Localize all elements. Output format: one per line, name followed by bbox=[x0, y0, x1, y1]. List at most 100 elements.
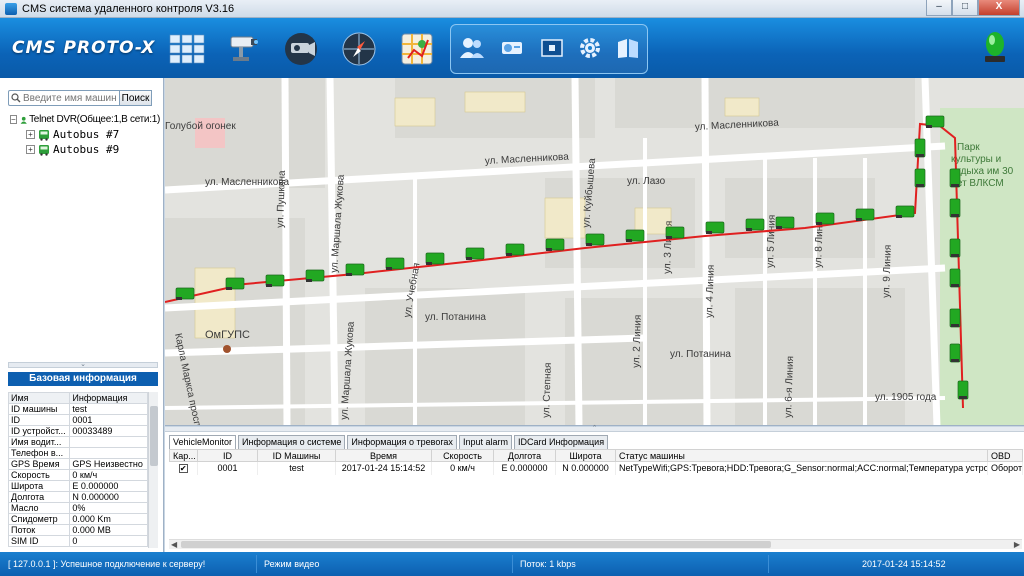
gps-button[interactable] bbox=[340, 30, 378, 68]
scroll-right-icon[interactable]: ▶ bbox=[1014, 540, 1020, 549]
vehicle-marker-icon[interactable] bbox=[914, 138, 926, 158]
vehicle-marker-icon[interactable] bbox=[345, 263, 365, 276]
col-status[interactable]: Статус машины bbox=[615, 449, 988, 462]
grid-view-icon bbox=[169, 34, 205, 64]
bottom-splitter[interactable]: ⌃ bbox=[165, 425, 1024, 432]
street-label: ул. 9 Линия bbox=[881, 245, 894, 299]
tab-idcard-info[interactable]: IDCard Информация bbox=[513, 435, 609, 449]
col-id[interactable]: ID bbox=[197, 449, 258, 462]
vehicle-marker-icon[interactable] bbox=[855, 208, 875, 221]
info-field-name: ID устройст... bbox=[7, 425, 71, 437]
vehicle-marker-icon[interactable] bbox=[305, 269, 325, 282]
left-splitter[interactable]: ⌄ bbox=[8, 361, 158, 368]
vehicle-marker-icon[interactable] bbox=[625, 229, 645, 242]
search-button[interactable]: Поиск bbox=[120, 90, 152, 106]
vehicle-marker-icon[interactable] bbox=[545, 238, 565, 251]
basic-info-title: Базовая информация bbox=[8, 372, 158, 386]
mode-status: Режим видео bbox=[264, 559, 320, 569]
close-button[interactable]: X bbox=[978, 0, 1020, 16]
vehicle-marker-icon[interactable] bbox=[505, 243, 525, 256]
vehicle-marker-icon[interactable] bbox=[949, 168, 961, 188]
vehicle-marker-icon[interactable] bbox=[949, 268, 961, 288]
info-row: Долгота N 0.000000 bbox=[7, 491, 148, 503]
tree-item-autobus-7[interactable]: + Autobus #7 bbox=[10, 127, 160, 142]
vehicle-marker-icon[interactable] bbox=[895, 205, 915, 218]
vehicle-marker-icon[interactable] bbox=[957, 380, 969, 400]
cell-speed: 0 км/ч bbox=[431, 461, 494, 475]
scroll-thumb[interactable] bbox=[181, 541, 771, 548]
info-scrollbar[interactable] bbox=[148, 392, 158, 548]
vehicle-marker-icon[interactable] bbox=[175, 287, 195, 300]
col-obd[interactable]: OBD bbox=[987, 449, 1023, 462]
expand-icon[interactable]: + bbox=[26, 130, 35, 139]
grid-view-button[interactable] bbox=[168, 30, 206, 68]
col-time[interactable]: Время bbox=[335, 449, 432, 462]
map-icon bbox=[401, 33, 433, 65]
map-canvas[interactable]: Голубой огонек ул. Масленникова ул. Масл… bbox=[165, 78, 1024, 426]
vehicle-marker-icon[interactable] bbox=[265, 274, 285, 287]
street-label: ул. Степная bbox=[541, 362, 554, 418]
vehicle-marker-icon[interactable] bbox=[745, 218, 765, 231]
collapse-icon[interactable]: − bbox=[10, 115, 17, 124]
vehicle-marker-icon[interactable] bbox=[949, 198, 961, 218]
vehicle-marker-icon[interactable] bbox=[665, 226, 685, 239]
expand-icon[interactable]: + bbox=[26, 145, 35, 154]
table-row[interactable]: ✔ 0001 test 2017-01-24 15:14:52 0 км/ч E… bbox=[169, 461, 1023, 475]
settings-button[interactable] bbox=[574, 32, 606, 64]
info-field-name: Масло bbox=[7, 502, 71, 514]
tree-item-autobus-9[interactable]: + Autobus #9 bbox=[10, 142, 160, 157]
vehicle-marker-icon[interactable] bbox=[465, 247, 485, 260]
vehicle-marker-icon[interactable] bbox=[949, 343, 961, 363]
street-label: ул. 1905 года bbox=[875, 392, 937, 403]
vehicle-marker-icon[interactable] bbox=[914, 168, 926, 188]
vehicle-marker-icon[interactable] bbox=[385, 257, 405, 270]
vehicle-marker-icon[interactable] bbox=[949, 238, 961, 258]
scroll-left-icon[interactable]: ◀ bbox=[171, 540, 177, 549]
tab-input-alarm[interactable]: Input alarm bbox=[458, 435, 512, 449]
vehicle-marker-icon[interactable] bbox=[225, 277, 245, 290]
tab-vehicle-monitor[interactable]: VehicleMonitor bbox=[169, 435, 237, 449]
maximize-button[interactable]: □ bbox=[952, 0, 978, 16]
col-speed[interactable]: Скорость bbox=[431, 449, 494, 462]
info-field-value: N 0.000000 bbox=[69, 491, 148, 503]
vehicle-marker-icon[interactable] bbox=[949, 308, 961, 328]
scroll-thumb[interactable] bbox=[150, 406, 158, 466]
tree-root[interactable]: − Telnet DVR(Общее:1,В сети:1) bbox=[10, 112, 160, 127]
book-icon bbox=[618, 39, 638, 58]
table-hscrollbar[interactable]: ◀ ▶ bbox=[169, 539, 1022, 549]
info-field-name: Поток bbox=[7, 524, 71, 536]
tab-system-info[interactable]: Информация о системе bbox=[238, 435, 346, 449]
row-checkbox[interactable]: ✔ bbox=[178, 464, 188, 474]
vehicle-marker-icon[interactable] bbox=[425, 252, 445, 265]
minimize-button[interactable]: – bbox=[926, 0, 952, 16]
vehicle-marker-icon[interactable] bbox=[705, 221, 725, 234]
info-field-value: GPS Неизвестно bbox=[69, 458, 148, 470]
cell-id: 0001 bbox=[197, 461, 258, 475]
help-button[interactable] bbox=[612, 32, 644, 64]
info-row: ID машины test bbox=[7, 403, 148, 415]
vehicle-marker-icon[interactable] bbox=[585, 233, 605, 246]
poi-marker-icon[interactable] bbox=[223, 345, 231, 353]
tree-item-label: Autobus #9 bbox=[53, 143, 120, 156]
users-button[interactable] bbox=[456, 32, 488, 64]
col-latitude[interactable]: Широта bbox=[555, 449, 616, 462]
vehicle-marker-icon[interactable] bbox=[925, 115, 945, 128]
info-field-name: Телефон в... bbox=[7, 447, 71, 459]
vehicle-marker-icon[interactable] bbox=[775, 216, 795, 229]
search-input[interactable] bbox=[23, 92, 117, 104]
cell-longitude: E 0.000000 bbox=[493, 461, 556, 475]
tab-alarm-info[interactable]: Информация о тревогах bbox=[347, 435, 457, 449]
col-vehicle-id[interactable]: ID Машины bbox=[257, 449, 336, 462]
tree-item-label: Autobus #7 bbox=[53, 128, 120, 141]
playback-button[interactable] bbox=[282, 30, 320, 68]
monitor-button[interactable] bbox=[536, 32, 568, 64]
devices-button[interactable] bbox=[496, 32, 528, 64]
col-checkbox[interactable]: Кар... bbox=[169, 449, 198, 462]
live-video-button[interactable] bbox=[226, 30, 264, 68]
map-button[interactable] bbox=[398, 30, 436, 68]
playback-camera-icon bbox=[285, 33, 317, 65]
map-view[interactable]: Голубой огонек ул. Масленникова ул. Масл… bbox=[165, 78, 1024, 426]
group-icon bbox=[20, 116, 27, 124]
vehicle-marker-icon[interactable] bbox=[815, 212, 835, 225]
col-longitude[interactable]: Долгота bbox=[493, 449, 556, 462]
